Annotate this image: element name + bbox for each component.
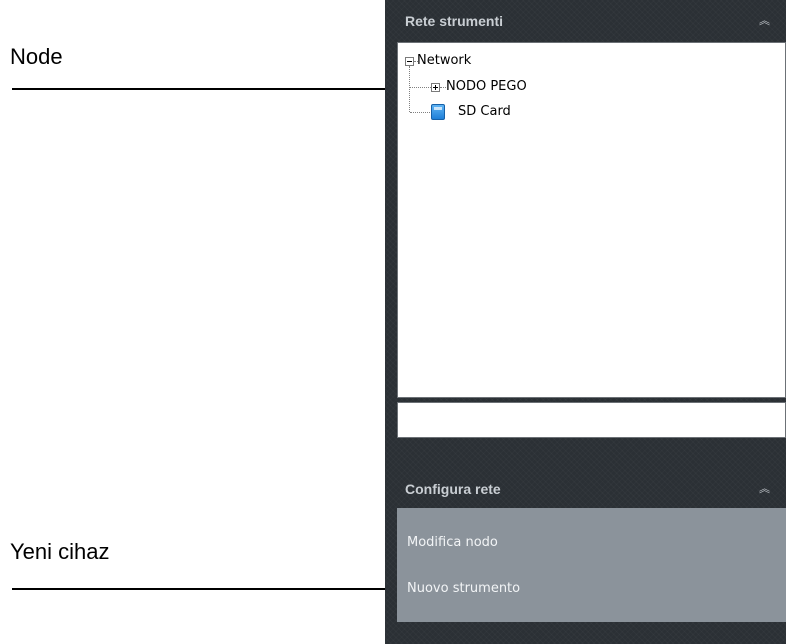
config-menu: Modifica nodo Nuovo strumento bbox=[397, 508, 786, 622]
new-device-annotation-label: Yeni cihaz bbox=[10, 539, 110, 564]
node-annotation-label: Node bbox=[10, 44, 63, 69]
network-section-title: Rete strumenti bbox=[405, 13, 504, 29]
tree-connector bbox=[409, 66, 411, 112]
side-panel: Rete strumenti ︽ Network NODO PEGO SD Ca… bbox=[385, 0, 786, 644]
expand-box-icon[interactable] bbox=[431, 83, 440, 92]
menu-item-nuovo-strumento[interactable]: Nuovo strumento bbox=[407, 581, 520, 596]
config-section-header[interactable]: Configura rete ︽ bbox=[385, 468, 786, 510]
config-section-title: Configura rete bbox=[405, 481, 501, 497]
tree-node-nodo-pego[interactable]: NODO PEGO bbox=[446, 79, 527, 94]
new-device-annotation-line bbox=[12, 588, 409, 590]
double-chevron-up-icon[interactable]: ︽ bbox=[759, 16, 770, 27]
tree-filter-input[interactable] bbox=[397, 402, 786, 438]
tree-node-network[interactable]: Network bbox=[417, 53, 471, 68]
tree-connector bbox=[410, 112, 430, 114]
tree-connector bbox=[410, 87, 431, 89]
tree-node-sd-card[interactable]: SD Card bbox=[458, 104, 511, 119]
network-section-header[interactable]: Rete strumenti ︽ bbox=[385, 0, 786, 42]
node-annotation-line bbox=[12, 88, 429, 90]
sd-card-icon bbox=[431, 104, 445, 120]
network-tree[interactable]: Network NODO PEGO SD Card bbox=[397, 42, 786, 398]
double-chevron-up-icon[interactable]: ︽ bbox=[759, 484, 770, 495]
collapse-box-icon[interactable] bbox=[405, 57, 414, 66]
menu-item-modifica-nodo[interactable]: Modifica nodo bbox=[407, 535, 498, 550]
